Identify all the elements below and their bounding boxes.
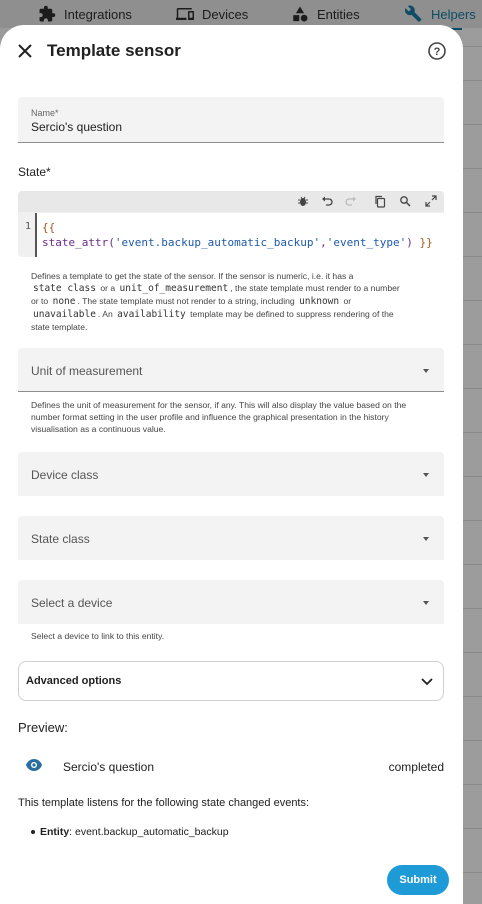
devices-icon bbox=[176, 5, 194, 23]
state-class-select[interactable]: State class bbox=[18, 516, 444, 560]
listens-text: This template listens for the following … bbox=[18, 797, 310, 809]
unit-help-text: Defines the unit of measurement for the … bbox=[31, 400, 407, 434]
tab-label: Integrations bbox=[64, 6, 132, 22]
code-arg-entity: 'event.backup_automatic_backup' bbox=[114, 236, 321, 249]
name-field-label: Name* bbox=[31, 108, 59, 118]
tab-label: Helpers bbox=[431, 6, 476, 22]
copy-icon[interactable] bbox=[373, 194, 387, 208]
redo-icon[interactable] bbox=[344, 194, 358, 208]
entity-value: : event.backup_automatic_backup bbox=[69, 826, 229, 838]
state-class-label: State class bbox=[31, 532, 90, 546]
eye-icon bbox=[25, 758, 43, 772]
device-select[interactable]: Select a device bbox=[18, 580, 444, 624]
tab-label: Devices bbox=[202, 6, 249, 22]
dialog-header: Template sensor ? bbox=[0, 25, 463, 77]
bug-icon[interactable] bbox=[296, 194, 310, 208]
dropdown-arrow-icon bbox=[423, 473, 429, 477]
code-close-braces: }} bbox=[419, 236, 433, 249]
device-help-text: Select a device to link to this entity. bbox=[31, 631, 165, 641]
template-code-editor[interactable]: 1 {{ state_attr('event.backup_automatic_… bbox=[18, 191, 444, 257]
chevron-down-icon bbox=[420, 674, 434, 688]
unit-of-measurement-label: Unit of measurement bbox=[31, 364, 143, 378]
code-function: state_attr( bbox=[42, 236, 115, 249]
advanced-options-label: Advanced options bbox=[26, 675, 122, 687]
unit-of-measurement-select[interactable]: Unit of measurement bbox=[18, 348, 444, 392]
tab-helpers[interactable]: Helpers bbox=[399, 4, 482, 30]
fullscreen-icon[interactable] bbox=[424, 194, 438, 208]
device-label: Select a device bbox=[31, 596, 113, 610]
entity-label: Entity bbox=[40, 826, 70, 838]
dropdown-arrow-icon bbox=[423, 601, 429, 605]
code-area[interactable]: 1 {{ state_attr('event.backup_automatic_… bbox=[18, 213, 444, 257]
preview-entity-row: Sercio's question completed bbox=[18, 755, 444, 779]
device-class-select[interactable]: Device class bbox=[18, 452, 444, 496]
tab-label: Entities bbox=[317, 6, 360, 22]
code-editor-toolbar bbox=[18, 191, 444, 212]
tab-integrations[interactable]: Integrations bbox=[38, 4, 132, 24]
tab-entities[interactable]: Entities bbox=[291, 4, 360, 24]
shapes-icon bbox=[291, 5, 309, 23]
name-field-value[interactable]: Sercio's question bbox=[31, 120, 122, 134]
background-tab-bar: Integrations Devices Entities Helpers bbox=[0, 0, 482, 30]
code-line[interactable]: {{ state_attr('event.backup_automatic_ba… bbox=[35, 213, 444, 257]
close-icon bbox=[18, 44, 32, 58]
code-text: {{ state_attr('event.backup_automatic_ba… bbox=[42, 220, 433, 250]
code-comma: , bbox=[320, 236, 327, 249]
preview-entity-state: completed bbox=[388, 760, 444, 774]
background-list bbox=[462, 28, 482, 904]
undo-icon[interactable] bbox=[320, 194, 334, 208]
find-replace-icon[interactable] bbox=[398, 194, 412, 208]
code-arg-attribute: 'event_type' bbox=[326, 236, 407, 249]
dropdown-arrow-icon bbox=[423, 537, 429, 541]
submit-button[interactable]: Submit bbox=[387, 865, 449, 895]
line-number: 1 bbox=[25, 221, 32, 232]
tools-icon bbox=[405, 5, 423, 23]
template-sensor-dialog: Template sensor ? Name* Sercio's questio… bbox=[0, 25, 463, 904]
preview-entity-name: Sercio's question bbox=[63, 760, 155, 774]
tab-devices[interactable]: Devices bbox=[176, 4, 248, 24]
listens-entity-item: Entity: event.backup_automatic_backup bbox=[31, 826, 229, 838]
help-circle-icon: ? bbox=[428, 42, 446, 60]
device-class-label: Device class bbox=[31, 468, 99, 482]
dialog-title: Template sensor bbox=[47, 41, 181, 60]
svg-text:?: ? bbox=[434, 46, 441, 58]
code-open-braces: {{ bbox=[42, 221, 56, 234]
puzzle-icon bbox=[38, 5, 56, 23]
advanced-options-expander[interactable]: Advanced options bbox=[18, 661, 444, 701]
close-button[interactable] bbox=[14, 40, 36, 62]
help-button[interactable]: ? bbox=[427, 41, 447, 61]
dropdown-arrow-icon bbox=[423, 369, 429, 373]
state-help-text: Defines a template to get the state of t… bbox=[31, 271, 400, 332]
code-close-paren: ) bbox=[406, 236, 413, 249]
state-label: State* bbox=[18, 165, 51, 179]
preview-title: Preview: bbox=[18, 720, 68, 735]
name-field[interactable]: Name* Sercio's question bbox=[18, 97, 444, 143]
